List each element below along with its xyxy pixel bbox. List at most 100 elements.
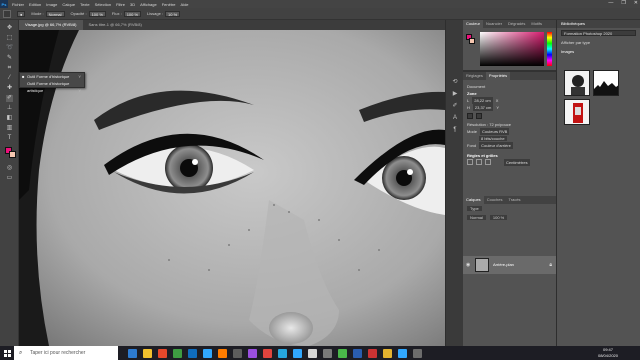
menu-image[interactable]: Image (46, 2, 57, 7)
maximize-button[interactable]: ❐ (621, 0, 625, 6)
taskbar-app-icon[interactable] (173, 348, 182, 358)
library-thumb-phonebox[interactable] (564, 99, 590, 125)
tab-calques[interactable]: Calques (463, 196, 484, 204)
quick-select-tool-icon[interactable]: ✎ (6, 55, 13, 62)
background-select[interactable]: Couleur d'arrière (479, 142, 513, 149)
crop-tool-icon[interactable]: ⌗ (6, 65, 13, 72)
clone-stamp-tool-icon[interactable]: ⊥ (6, 105, 13, 112)
menu-selection[interactable]: Sélection (95, 2, 111, 7)
tab-degrades[interactable]: Dégradés (505, 20, 528, 28)
taskbar-app-icon[interactable] (308, 348, 317, 358)
marquee-tool-icon[interactable]: ⬚ (6, 35, 13, 42)
system-clock[interactable]: 09:47 08/04/2020 (598, 347, 618, 359)
width-input[interactable]: 28,22 cm (472, 97, 493, 104)
eyedropper-tool-icon[interactable]: ⁄ (6, 75, 13, 82)
menu-edition[interactable]: Edition (29, 2, 41, 7)
taskbar-app-icon[interactable] (323, 348, 332, 358)
guides-icon[interactable] (485, 159, 491, 165)
library-thumb-city[interactable] (593, 70, 619, 96)
tab-visage[interactable]: Visage.jpg @ 66,7% (RVB/8) (19, 20, 83, 30)
tab-couleur[interactable]: Couleur (463, 20, 484, 28)
taskbar-app-icon[interactable] (293, 348, 302, 358)
units-select[interactable]: Centimètres (504, 159, 530, 166)
healing-tool-icon[interactable]: ✚ (6, 85, 13, 92)
taskbar-app-icon[interactable] (383, 348, 392, 358)
taskbar-app-icon[interactable] (128, 348, 137, 358)
library-thumb-portrait[interactable] (564, 70, 590, 96)
taskbar-app-icon[interactable] (203, 348, 212, 358)
mode-select[interactable]: Normal (45, 10, 65, 17)
hue-slider[interactable] (547, 32, 552, 66)
layer-row[interactable]: ◉ Arrière-plan 🔒︎ (463, 256, 556, 274)
tab-proprietes[interactable]: Propriétés (485, 72, 511, 80)
taskbar-app-icon[interactable] (248, 348, 257, 358)
screen-mode-icon[interactable]: ▭ (6, 175, 13, 182)
taskbar-app-icon[interactable] (368, 348, 377, 358)
color-mode-select[interactable]: Couleurs RVB (480, 128, 510, 135)
canvas-size-icon[interactable] (467, 113, 473, 119)
filter-by-type[interactable]: Afficher par type (557, 38, 640, 47)
taskbar-app-icon[interactable] (233, 348, 242, 358)
close-button[interactable]: ✕ (634, 0, 638, 6)
type-tool-icon[interactable]: T (6, 135, 13, 142)
menu-affichage[interactable]: Affichage (140, 2, 157, 7)
blend-mode-select[interactable]: Normal (467, 215, 486, 220)
character-panel-icon[interactable]: A (451, 114, 459, 122)
taskbar-app-icon[interactable] (143, 348, 152, 358)
tab-motifs[interactable]: Motifs (528, 20, 545, 28)
opacity-input[interactable]: 100 % (88, 10, 106, 17)
tab-sans-titre[interactable]: Sans titre-1 @ 66,7% (RVB/8) (82, 20, 148, 30)
visibility-eye-icon[interactable]: ◉ (466, 262, 470, 268)
tab-traces[interactable]: Tracés (505, 196, 523, 204)
panel-background-swatch[interactable] (469, 38, 475, 44)
brush-settings-icon[interactable]: ✐ (451, 102, 459, 110)
eraser-tool-icon[interactable]: ◧ (6, 115, 13, 122)
height-input[interactable]: 23,37 cm (472, 104, 494, 111)
taskbar-app-icon[interactable] (278, 348, 287, 358)
menu-texte[interactable]: Texte (80, 2, 90, 7)
lock-icon[interactable]: 🔒︎ (549, 262, 552, 268)
brush-tool-icon[interactable]: ✐ (6, 95, 13, 102)
background-color-swatch[interactable] (9, 151, 16, 158)
tab-reglages[interactable]: Réglages (463, 72, 486, 80)
bit-depth-select[interactable]: 8 bits/couche (479, 136, 507, 141)
ruler-icon[interactable] (467, 159, 473, 165)
taskbar-app-icon[interactable] (398, 348, 407, 358)
menu-fenetre[interactable]: Fenêtre (162, 2, 176, 7)
menu-3d[interactable]: 3D (130, 2, 135, 7)
quick-mask-icon[interactable]: ◎ (6, 165, 13, 172)
rotate-canvas-icon[interactable] (476, 113, 482, 119)
layer-opacity-input[interactable]: 100 % (489, 215, 508, 220)
history-brush-icon[interactable] (3, 9, 11, 18)
menu-filtre[interactable]: Filtre (116, 2, 125, 7)
brush-preset-picker[interactable]: ● (17, 10, 26, 17)
art-history-brush-menu-item[interactable]: Outil Forme d'historique artistique Y (20, 80, 84, 93)
taskbar-search-box[interactable]: ⌕ Taper ici pour rechercher (14, 346, 118, 360)
tab-nuancier[interactable]: Nuancier (483, 20, 505, 28)
taskbar-app-icon[interactable] (158, 348, 167, 358)
grid-icon[interactable] (476, 159, 482, 165)
smoothing-input[interactable]: 10 % (165, 10, 181, 17)
lasso-tool-icon[interactable]: ➰ (6, 45, 13, 52)
taskbar-app-icon[interactable] (353, 348, 362, 358)
move-tool-icon[interactable]: ✥ (6, 25, 13, 32)
actions-panel-icon[interactable]: ▶ (451, 90, 459, 98)
taskbar-app-icon[interactable] (218, 348, 227, 358)
tab-couches[interactable]: Couches (484, 196, 506, 204)
gradient-tool-icon[interactable]: ▥ (6, 125, 13, 132)
menu-calque[interactable]: Calque (62, 2, 75, 7)
library-select[interactable]: Formation Photoshop 2020 (561, 30, 636, 36)
flow-input[interactable]: 100 % (123, 10, 142, 17)
menu-fichier[interactable]: Fichier (12, 2, 24, 7)
history-panel-icon[interactable]: ⟲ (451, 78, 459, 86)
taskbar-app-icon[interactable] (188, 348, 197, 358)
start-button[interactable] (0, 346, 14, 360)
paragraph-panel-icon[interactable]: ¶ (451, 126, 459, 134)
taskbar-app-icon[interactable] (413, 348, 422, 358)
taskbar-app-icon[interactable] (263, 348, 272, 358)
history-brush-menu-item[interactable]: ■ Outil Forme d'historique Y (20, 73, 84, 80)
menu-aide[interactable]: Aide (181, 2, 189, 7)
taskbar-app-icon[interactable] (338, 348, 347, 358)
layer-kind-filter[interactable]: Type (467, 206, 482, 211)
color-field[interactable] (480, 32, 544, 66)
